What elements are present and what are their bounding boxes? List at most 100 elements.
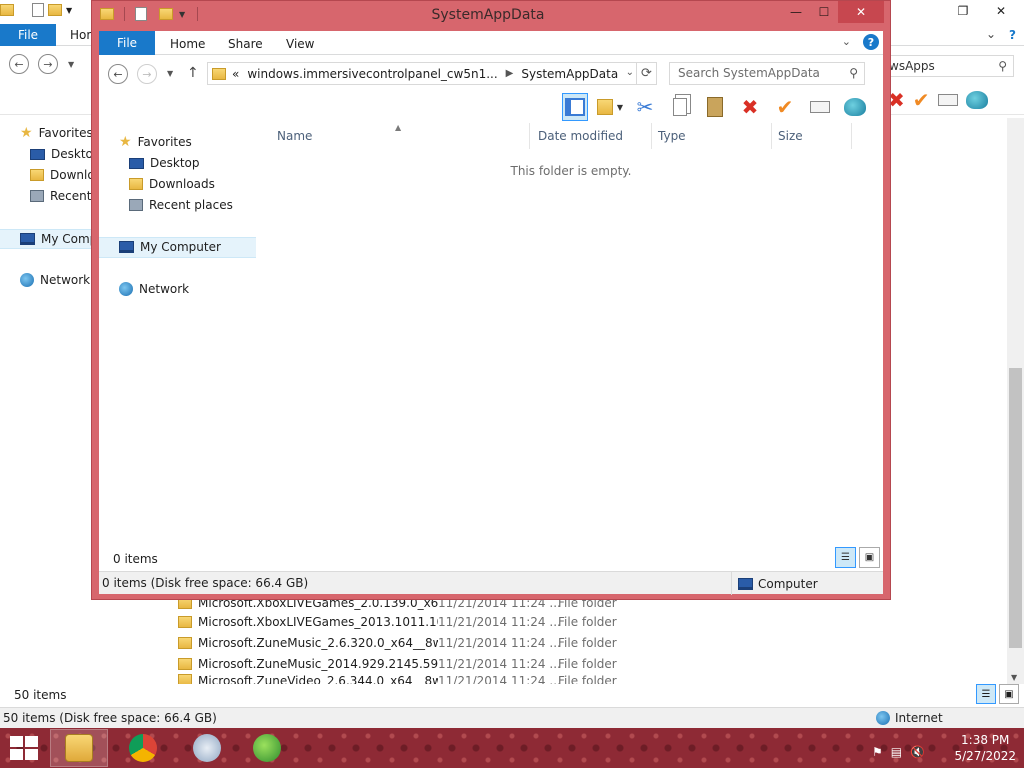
nav-downloads[interactable]: Downloads (129, 174, 215, 194)
ribbon-collapse-icon[interactable]: ⌄ (986, 27, 996, 41)
forward-icon[interactable]: → (38, 54, 58, 74)
nav-label: Recent places (149, 198, 233, 212)
column-divider[interactable] (529, 123, 530, 149)
details-view-icon[interactable]: ☰ (976, 684, 996, 704)
scrollbar-thumb[interactable] (1009, 368, 1022, 648)
tab-share[interactable]: Share (228, 37, 263, 51)
nav-favorites[interactable]: ★ Favorites (20, 123, 93, 143)
nav-label: Network (40, 273, 91, 287)
background-search-input[interactable]: wsApps ⚲ (880, 55, 1014, 77)
nav-recent-places[interactable]: Recent places (129, 195, 233, 215)
nav-recent[interactable]: Recent (30, 186, 91, 206)
nav-my-computer[interactable]: My Comp (20, 229, 97, 249)
back-icon[interactable]: ← (9, 54, 29, 74)
background-window-controls: ❐ ✕ (948, 0, 1024, 22)
column-divider[interactable] (851, 123, 852, 149)
large-icons-view-icon[interactable]: ▣ (999, 684, 1019, 704)
check-icon[interactable]: ✔ (772, 93, 798, 121)
taskbar-file-explorer[interactable] (50, 729, 108, 767)
tab-file[interactable]: File (99, 31, 155, 55)
search-input[interactable]: Search SystemAppData ⚲ (669, 62, 865, 85)
restore-icon[interactable]: ❐ (948, 0, 978, 22)
column-header-size[interactable]: Size (778, 129, 803, 143)
cut-icon[interactable]: ✂ (632, 93, 658, 121)
nav-network[interactable]: Network (20, 270, 90, 290)
minimize-icon[interactable]: — (782, 1, 810, 23)
sort-ascending-icon: ▲ (395, 123, 402, 132)
address-dropdown-icon[interactable]: ⌄ (626, 67, 634, 78)
forward-icon[interactable]: → (137, 64, 157, 84)
column-header-date-modified[interactable]: Date modified (538, 129, 623, 143)
nav-desktop[interactable]: Desktop (129, 153, 200, 173)
new-folder-icon[interactable] (48, 4, 62, 16)
delete-icon[interactable]: ✖ (737, 93, 763, 121)
shell-icon[interactable] (842, 93, 868, 121)
nav-network[interactable]: Network (119, 279, 189, 299)
table-row[interactable]: Microsoft.XboxLIVEGames_2013.1011.10....… (178, 611, 998, 632)
nav-downloads[interactable]: Downlo (30, 165, 95, 185)
recent-locations-icon[interactable]: ▼ (68, 60, 74, 69)
taskbar-installer[interactable] (178, 729, 236, 767)
ribbon-collapse-icon[interactable]: ⌄ (842, 35, 851, 48)
status-location: Computer (731, 572, 818, 595)
preview-pane-icon[interactable] (562, 93, 588, 121)
close-icon[interactable]: ✕ (838, 1, 884, 23)
taskbar-chrome[interactable] (114, 729, 172, 767)
window-titlebar[interactable]: ▼ SystemAppData — ☐ ✕ (92, 1, 890, 32)
paste-icon[interactable] (702, 93, 728, 121)
details-view-icon[interactable]: ☰ (835, 547, 856, 568)
table-row[interactable]: Microsoft.ZuneMusic_2.6.320.0_x64__8we..… (178, 632, 998, 653)
refresh-icon[interactable]: ⟳ (636, 63, 656, 84)
copy-icon[interactable] (667, 93, 693, 121)
nav-my-computer[interactable]: My Computer (119, 237, 221, 257)
background-items-count: 50 items (14, 688, 67, 702)
window-client-area: File Home Share View ⌄ ? ← → ▼ ↑ « windo… (99, 31, 883, 595)
properties-icon[interactable] (32, 3, 44, 17)
clock[interactable]: 1:38 PM 5/27/2022 (954, 732, 1016, 764)
row-date: 11/21/2014 11:24 ... (438, 635, 561, 650)
background-tab-file[interactable]: File (0, 24, 56, 46)
breadcrumb-segment[interactable]: SystemAppData (521, 67, 618, 81)
nav-favorites[interactable]: ★ Favorites (119, 132, 192, 152)
media-app-icon (253, 734, 281, 762)
action-center-flag-icon[interactable]: ⚑ (872, 745, 883, 759)
recent-locations-icon[interactable]: ▼ (167, 69, 173, 78)
help-icon[interactable]: ? (863, 34, 879, 50)
rename-icon[interactable] (807, 93, 833, 121)
volume-muted-icon[interactable]: 🔇 (910, 745, 925, 759)
maximize-icon[interactable]: ☐ (810, 1, 838, 23)
table-row[interactable]: Microsoft.ZuneMusic_2014.929.2145.59_n..… (178, 653, 998, 674)
folder-options-icon[interactable]: ▼ (597, 93, 623, 121)
column-header-name[interactable]: Name (277, 129, 312, 143)
check-icon[interactable]: ✔ (913, 88, 930, 112)
breadcrumb-overflow[interactable]: « (232, 67, 239, 81)
address-bar[interactable]: « windows.immersivecontrolpanel_cw5n1...… (207, 62, 657, 85)
search-icon: ⚲ (849, 66, 858, 80)
close-icon[interactable]: ✕ (978, 0, 1024, 22)
breadcrumb-chevron-icon[interactable]: ▶ (506, 68, 514, 79)
tab-view[interactable]: View (286, 37, 314, 51)
network-status-icon[interactable]: ▤ (891, 745, 902, 759)
column-header-type[interactable]: Type (658, 129, 686, 143)
shell-icon[interactable] (965, 91, 988, 109)
help-icon[interactable]: ? (1009, 28, 1016, 42)
qat-dropdown-icon[interactable]: ▼ (66, 6, 72, 15)
breadcrumb-segment[interactable]: windows.immersivecontrolpanel_cw5n1... (247, 67, 497, 81)
chrome-icon (129, 734, 157, 762)
column-divider[interactable] (771, 123, 772, 149)
folder-icon[interactable] (0, 4, 14, 16)
nav-desktop[interactable]: Desktop (30, 144, 101, 164)
taskbar-media-app[interactable] (238, 729, 296, 767)
up-icon[interactable]: ↑ (187, 65, 199, 81)
vertical-scrollbar[interactable]: ▼ (1007, 118, 1024, 684)
tab-home[interactable]: Home (170, 37, 205, 51)
column-divider[interactable] (651, 123, 652, 149)
star-icon: ★ (20, 125, 33, 141)
rename-icon[interactable] (937, 94, 958, 106)
scroll-down-icon[interactable]: ▼ (1011, 673, 1017, 682)
large-icons-view-icon[interactable]: ▣ (859, 547, 880, 568)
table-row[interactable]: Microsoft.ZuneVideo_2.6.344.0_x64__8we..… (178, 674, 998, 684)
nav-label: Downloads (149, 177, 215, 191)
back-icon[interactable]: ← (108, 64, 128, 84)
start-button[interactable] (10, 736, 38, 760)
